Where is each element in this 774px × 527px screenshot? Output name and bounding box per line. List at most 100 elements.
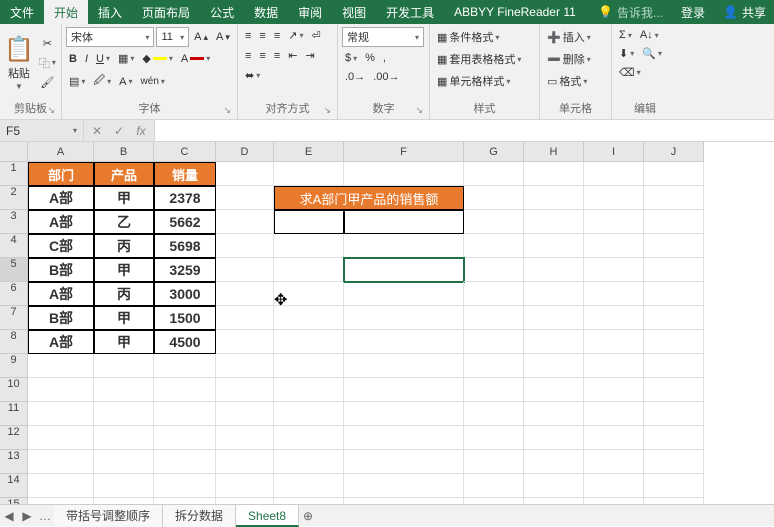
col-header[interactable]: A (28, 142, 94, 162)
cell[interactable] (216, 306, 274, 330)
format-button[interactable]: ▭格式▾ (544, 71, 607, 91)
cell[interactable] (274, 498, 344, 504)
cell[interactable] (464, 258, 524, 282)
tab-review[interactable]: 审阅 (288, 0, 332, 24)
cell[interactable] (464, 450, 524, 474)
clear-fmt-button[interactable]: A▾ (116, 74, 135, 90)
row-header[interactable]: 3 (0, 210, 28, 234)
cell[interactable] (524, 330, 584, 354)
fill-color-button[interactable]: ◆▾ (139, 50, 175, 67)
cell[interactable] (644, 426, 704, 450)
comma-button[interactable]: , (380, 50, 389, 66)
cell[interactable] (584, 306, 644, 330)
cell[interactable]: A部 (28, 210, 94, 234)
sheet-nav-prev[interactable]: ◀ (0, 509, 18, 523)
cell[interactable] (216, 354, 274, 378)
cell[interactable] (94, 354, 154, 378)
col-header[interactable]: B (94, 142, 154, 162)
format-painter-button[interactable]: 🖌 (37, 74, 57, 91)
cell[interactable] (644, 162, 704, 186)
cell[interactable] (644, 234, 704, 258)
cell[interactable] (584, 282, 644, 306)
row-header[interactable]: 9 (0, 354, 28, 378)
cell[interactable] (344, 306, 464, 330)
cell[interactable]: 甲 (94, 330, 154, 354)
cell[interactable] (524, 282, 584, 306)
cell[interactable] (584, 258, 644, 282)
cell[interactable] (584, 378, 644, 402)
cell[interactable] (274, 162, 344, 186)
fx-button[interactable]: fx (130, 124, 152, 138)
cell[interactable] (584, 354, 644, 378)
cell[interactable] (154, 378, 216, 402)
align-right-button[interactable]: ≡ (271, 48, 283, 64)
clear-button[interactable]: ⌫▾ (616, 64, 644, 81)
paste-button[interactable]: 📋 粘贴 ▼ (4, 27, 34, 98)
cell[interactable] (274, 258, 344, 282)
find-button[interactable]: 🔍▾ (639, 45, 665, 62)
cell[interactable] (524, 306, 584, 330)
cell[interactable] (644, 210, 704, 234)
cell[interactable] (216, 282, 274, 306)
cell[interactable] (274, 426, 344, 450)
italic-button[interactable]: I (82, 51, 91, 67)
row-header[interactable]: 11 (0, 402, 28, 426)
font-name-select[interactable]: 宋体▾ (66, 27, 154, 47)
cell[interactable]: 3259 (154, 258, 216, 282)
cell[interactable]: A部 (28, 282, 94, 306)
fill-button2[interactable]: 🖉▾ (90, 70, 114, 93)
cell[interactable] (464, 186, 524, 210)
row-header[interactable]: 5 (0, 258, 28, 282)
cell[interactable]: B部 (28, 258, 94, 282)
cell[interactable] (644, 378, 704, 402)
fill-down-button[interactable]: ⬇▾ (616, 45, 637, 62)
align-bot-button[interactable]: ≡ (271, 28, 283, 44)
borders-all-button[interactable]: ▤▾ (66, 73, 88, 90)
cell[interactable] (216, 234, 274, 258)
cell[interactable]: 3000 (154, 282, 216, 306)
cell[interactable]: B部 (28, 306, 94, 330)
cell[interactable] (28, 450, 94, 474)
cell[interactable] (154, 450, 216, 474)
dialog-launcher-icon[interactable]: ↘ (223, 105, 231, 116)
cell[interactable] (344, 402, 464, 426)
cut-button[interactable]: ✂ (40, 35, 55, 52)
sheet-tab-active[interactable]: Sheet8 (236, 505, 299, 527)
font-color-button[interactable]: A▾ (178, 51, 213, 67)
row-header[interactable]: 15 (0, 498, 28, 504)
wrap-button[interactable]: ⏎ (309, 27, 324, 44)
cell[interactable] (28, 402, 94, 426)
cell[interactable] (344, 450, 464, 474)
cell[interactable] (94, 402, 154, 426)
sheet-nav-next[interactable]: ▶ (18, 509, 36, 523)
cell[interactable]: 销量 (154, 162, 216, 186)
cell[interactable] (644, 474, 704, 498)
cell[interactable] (344, 162, 464, 186)
cell[interactable] (28, 474, 94, 498)
tab-home[interactable]: 开始 (44, 0, 88, 24)
number-format-select[interactable]: 常规▾ (342, 27, 424, 47)
col-header[interactable]: J (644, 142, 704, 162)
cell[interactable] (344, 378, 464, 402)
border-button[interactable]: ▦▾ (115, 50, 137, 67)
cell[interactable] (216, 186, 274, 210)
cell[interactable] (464, 354, 524, 378)
cell[interactable] (344, 426, 464, 450)
cell[interactable]: 部门 (28, 162, 94, 186)
table-fmt-button[interactable]: ▦套用表格格式▾ (434, 49, 535, 69)
cell[interactable]: C部 (28, 234, 94, 258)
bold-button[interactable]: B (66, 51, 80, 67)
cell[interactable]: 丙 (94, 234, 154, 258)
row-header[interactable]: 14 (0, 474, 28, 498)
cell[interactable] (28, 498, 94, 504)
col-header[interactable]: C (154, 142, 216, 162)
cell[interactable] (344, 474, 464, 498)
sheet-tab[interactable]: 带括号调整顺序 (54, 505, 163, 527)
cell[interactable] (464, 282, 524, 306)
cell[interactable] (464, 474, 524, 498)
cell[interactable] (154, 474, 216, 498)
col-header[interactable]: E (274, 142, 344, 162)
font-size-select[interactable]: 11▾ (156, 27, 189, 47)
cell[interactable] (344, 330, 464, 354)
cell[interactable] (28, 378, 94, 402)
